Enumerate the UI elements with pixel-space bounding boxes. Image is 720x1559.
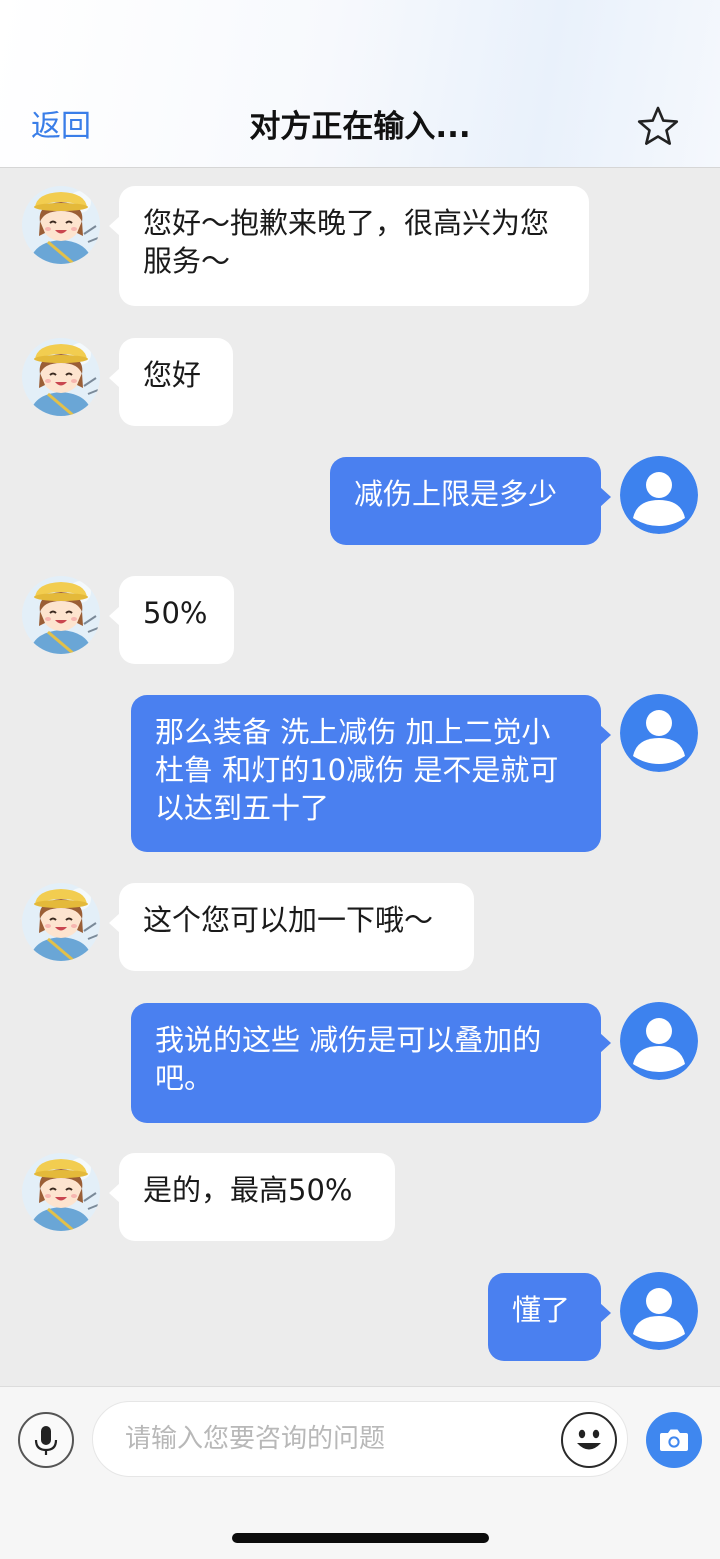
agent-avatar: [22, 1153, 100, 1231]
message-bubble-user: 减伤上限是多少: [330, 457, 611, 545]
star-icon[interactable]: [634, 103, 682, 151]
user-avatar-icon: [620, 694, 698, 772]
agent-avatar: [22, 576, 100, 654]
chat-message-list[interactable]: 您好～抱歉来晚了，很高兴为您服务～ 您好 减伤上限是多少 50% 那么装备 洗上…: [0, 169, 720, 1386]
message-bubble-agent: 您好: [109, 338, 233, 426]
message-bubble-user: 那么装备 洗上减伤 加上二觉小杜鲁 和灯的10减伤 是不是就可以达到五十了: [131, 695, 611, 852]
message-bubble-agent: 是的，最高50%: [109, 1153, 395, 1241]
user-avatar-icon: [620, 1002, 698, 1080]
camera-icon[interactable]: [646, 1412, 702, 1468]
message-bubble-agent: 50%: [109, 576, 234, 664]
agent-avatar: [22, 186, 100, 264]
message-input[interactable]: 请输入您要咨询的问题: [92, 1401, 628, 1477]
home-indicator: [232, 1533, 489, 1543]
input-placeholder: 请输入您要咨询的问题: [125, 1424, 386, 1454]
microphone-icon[interactable]: [18, 1412, 74, 1468]
user-avatar-icon: [620, 1272, 698, 1350]
page-title: 对方正在输入...: [249, 109, 471, 145]
smiley-face-icon[interactable]: [561, 1412, 617, 1468]
user-avatar-icon: [620, 456, 698, 534]
message-bubble-user: 懂了: [488, 1273, 611, 1361]
back-button[interactable]: 返回: [31, 104, 91, 150]
message-bubble-agent: 您好～抱歉来晚了，很高兴为您服务～: [109, 186, 589, 306]
agent-avatar: [22, 883, 100, 961]
message-bubble-user: 我说的这些 减伤是可以叠加的吧。: [131, 1003, 611, 1123]
message-bubble-agent: 这个您可以加一下哦～: [109, 883, 474, 971]
agent-avatar: [22, 338, 100, 416]
